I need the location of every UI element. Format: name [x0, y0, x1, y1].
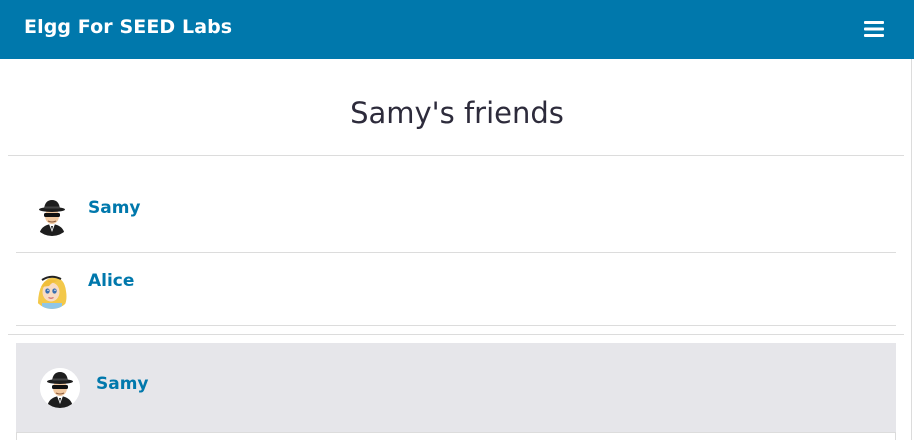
section-divider: [8, 334, 904, 335]
owner-menu-panel: [16, 432, 896, 440]
alice-avatar-icon: [32, 269, 72, 309]
row-divider: [16, 325, 896, 326]
spy-avatar-icon: [40, 368, 80, 408]
owner-name-link[interactable]: Samy: [96, 374, 149, 394]
site-title-link[interactable]: Elgg For SEED Labs: [24, 16, 232, 38]
hamburger-menu-button[interactable]: [860, 16, 888, 42]
friend-avatar[interactable]: [32, 196, 72, 236]
owner-avatar[interactable]: [40, 368, 80, 408]
top-bar: Elgg For SEED Labs: [0, 0, 914, 59]
friend-name-link[interactable]: Alice: [88, 271, 134, 291]
friend-avatar[interactable]: [32, 269, 72, 309]
hamburger-menu-icon: [864, 21, 884, 37]
title-divider: [8, 155, 904, 156]
page-title: Samy's friends: [350, 96, 564, 130]
owner-block: Samy: [16, 343, 896, 432]
friend-list-item: Alice: [16, 253, 896, 325]
friend-name-link[interactable]: Samy: [88, 198, 141, 218]
spy-avatar-icon: [32, 196, 72, 236]
friend-list-item: Samy: [16, 180, 896, 252]
